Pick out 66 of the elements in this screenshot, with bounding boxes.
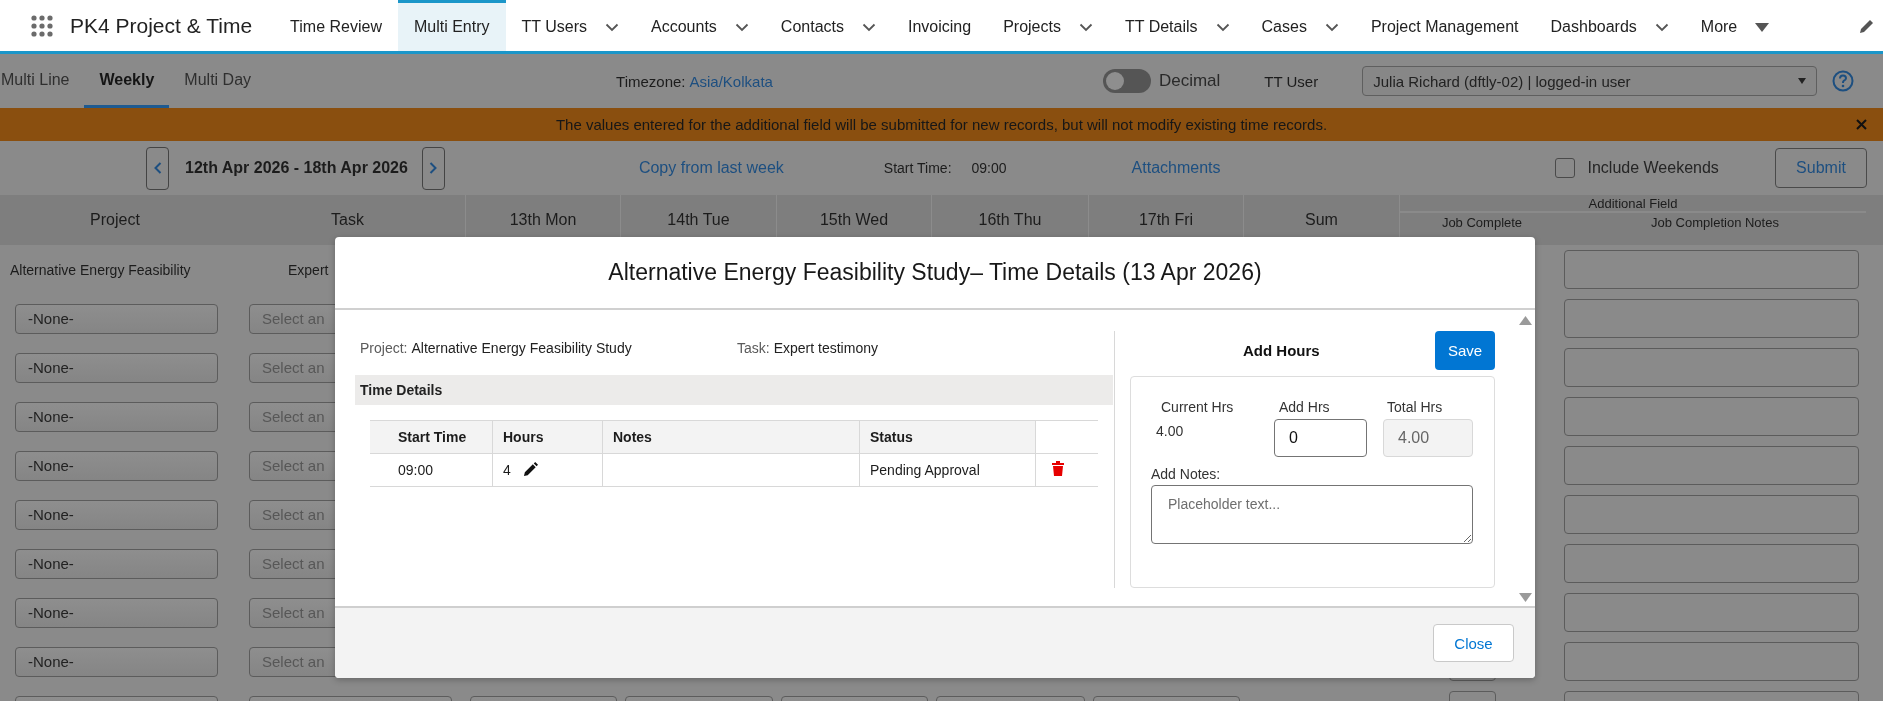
user-label: TT User <box>1264 72 1319 90</box>
field-label: Task: <box>737 340 770 356</box>
close-button[interactable]: Close <box>1433 624 1514 662</box>
nav-tab[interactable]: TT Users <box>505 0 635 51</box>
view-tab[interactable]: Multi Line <box>0 54 85 108</box>
start-time-value: 09:00 <box>971 160 1007 176</box>
column-header: Job Complete <box>1440 214 1524 232</box>
attachments-link[interactable]: Attachments <box>1131 159 1221 177</box>
app-title: PK4 Project & Time <box>70 13 253 38</box>
toggle-label: Decimal <box>1158 71 1221 91</box>
total-hours-field: 4.00 <box>1383 419 1473 457</box>
column-header: Status <box>859 420 1036 454</box>
nav-tab[interactable]: More <box>1684 0 1786 51</box>
project-select[interactable]: -None- <box>15 450 218 481</box>
user-select[interactable]: Julia Richard (dftly-02) | logged-in user <box>1362 66 1818 96</box>
view-tab[interactable]: Multi Day <box>169 54 267 108</box>
notes-field[interactable]: Placeholder text... <box>1151 485 1473 544</box>
start-time-label: Start Time: <box>883 160 952 176</box>
project-select[interactable]: -None- <box>15 597 218 628</box>
modal-title: Alternative Energy Feasibility Study– Time Details (13 Apr 2026) <box>608 259 1262 286</box>
column-header: Hours <box>492 420 603 454</box>
nav-tab[interactable]: Multi Entry <box>397 0 506 51</box>
project-select[interactable]: -None- <box>15 401 218 432</box>
copy-link[interactable]: Copy from last week <box>638 159 784 177</box>
timezone-label: Timezone: <box>616 72 686 90</box>
field-value: Expert testimony <box>773 340 878 356</box>
column-header: Start Time <box>370 420 493 454</box>
project-select[interactable]: -None- <box>15 499 218 530</box>
panel-title: Add Hours <box>1243 342 1320 359</box>
submit-button[interactable]: Submit <box>1775 148 1867 188</box>
field-label: Add Notes: <box>1151 466 1222 482</box>
table-cell: Pending Approval <box>859 453 1036 487</box>
project-select[interactable]: -None- <box>15 548 218 579</box>
nav-tab[interactable]: Project Management <box>1354 0 1535 51</box>
nav-tab[interactable]: TT Details <box>1108 0 1246 51</box>
checkbox-label: Include Weekends <box>1587 159 1719 177</box>
nav-tab[interactable]: Cases <box>1245 0 1355 51</box>
nav-tab[interactable]: Projects <box>987 0 1109 51</box>
column-header: Notes <box>602 420 860 454</box>
nav-tab[interactable]: Accounts <box>635 0 765 51</box>
field-label: Current Hrs <box>1160 399 1235 415</box>
field-label: Total Hrs <box>1386 399 1444 415</box>
banner-message: The values entered for the additional field will be submitted for new records, but will not modify existing time records. <box>555 116 1328 133</box>
section-header: Time Details <box>355 375 1113 405</box>
nav-tab[interactable]: Invoicing <box>891 0 988 51</box>
column-header: Job Completion Notes <box>1650 214 1780 232</box>
add-hours-field[interactable]: 0 <box>1274 419 1367 457</box>
current-hours-value: 4.00 <box>1155 423 1185 439</box>
table-cell-text: Expert <box>287 261 330 278</box>
field-label: Project: <box>360 340 408 356</box>
column-header: Project <box>89 210 141 230</box>
field-value: Alternative Energy Feasibility Study <box>411 340 632 356</box>
table-cell: 09:00 <box>370 453 493 487</box>
project-select[interactable]: -None- <box>15 352 218 383</box>
timezone-link[interactable]: Asia/Kolkata <box>689 72 773 90</box>
week-range: 12th Apr 2026 - 18th Apr 2026 <box>185 159 408 177</box>
column-group-header: Additional Field <box>1400 195 1866 213</box>
table-cell: 4 <box>503 462 511 478</box>
nav-tab[interactable]: Dashboards <box>1534 0 1685 51</box>
nav-tab[interactable]: Contacts <box>764 0 892 51</box>
field-label: Add Hrs <box>1278 399 1331 415</box>
table-cell-text: Alternative Energy Feasibility <box>9 261 192 278</box>
project-select[interactable]: -None- <box>15 646 218 677</box>
nav-tab[interactable]: Time Review <box>274 0 398 51</box>
save-button[interactable]: Save <box>1435 331 1495 370</box>
project-select[interactable]: -None- <box>15 303 218 334</box>
